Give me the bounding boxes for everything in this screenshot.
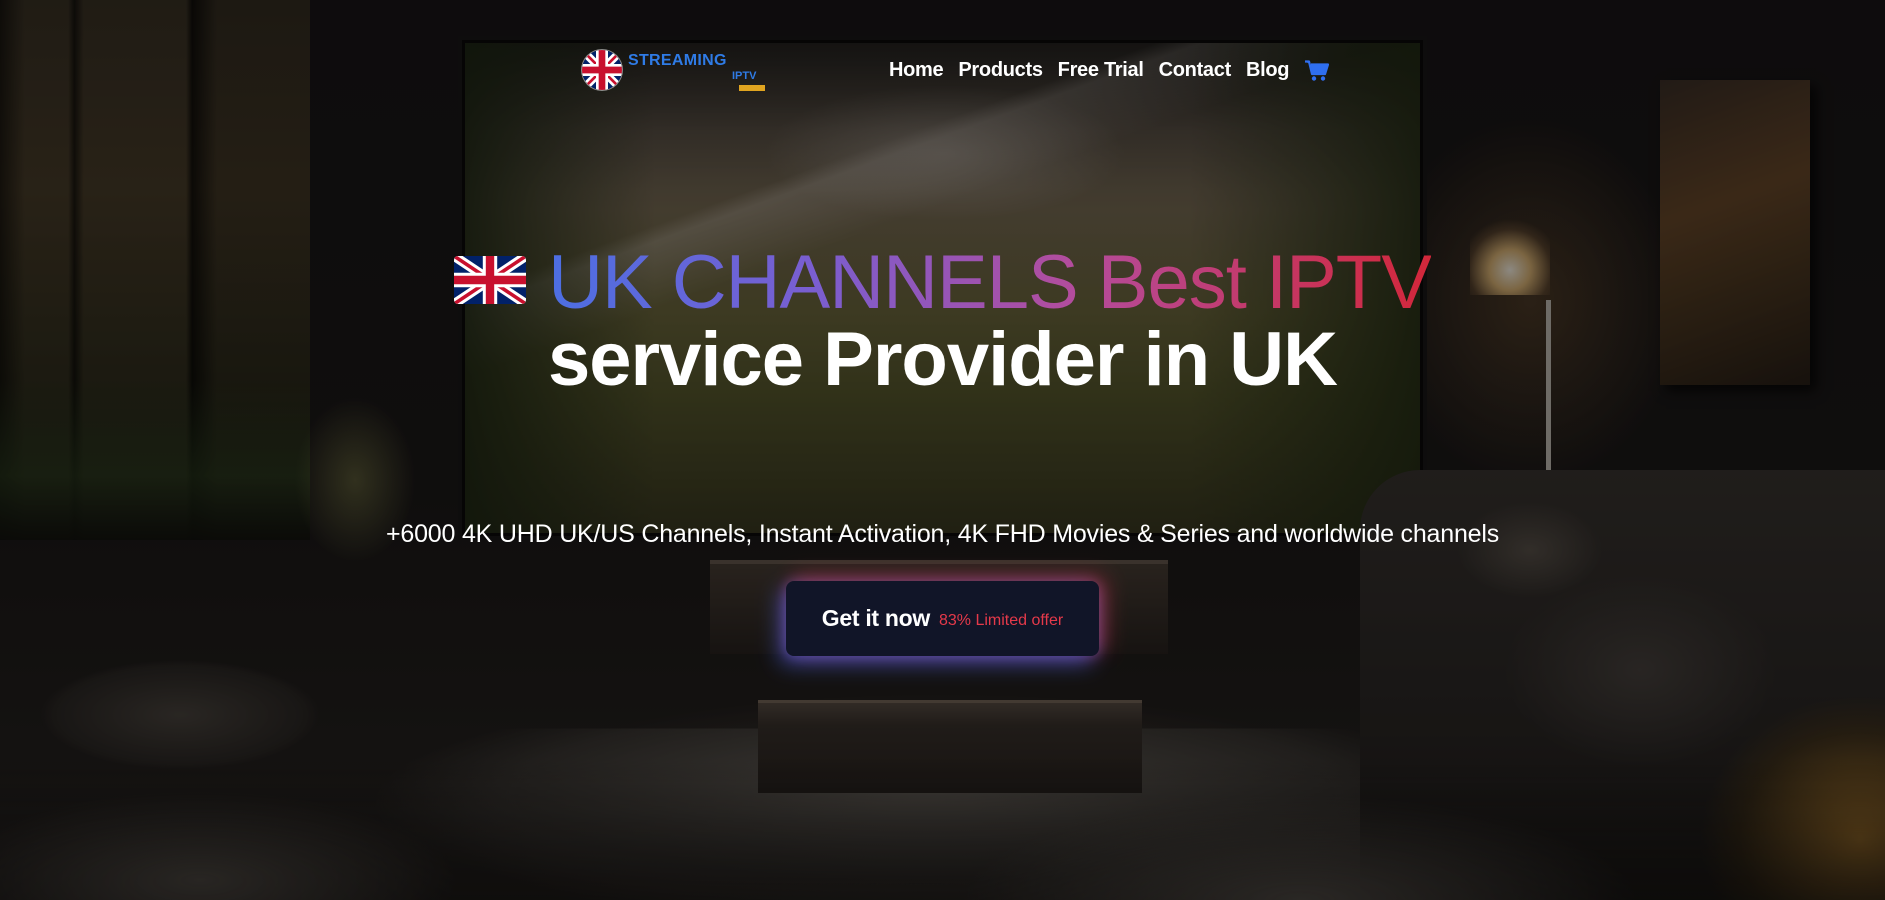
- nav-contact[interactable]: Contact: [1159, 59, 1232, 82]
- cart-button[interactable]: [1304, 59, 1330, 82]
- cta-label: Get it now: [821, 605, 930, 631]
- nav-free-trial[interactable]: Free Trial: [1058, 59, 1144, 82]
- hero-subtitle: +6000 4K UHD UK/US Channels, Instant Act…: [386, 520, 1499, 548]
- site-logo[interactable]: STREAMING IPTV: [582, 50, 765, 91]
- hero-title-line-2: service Provider in UK: [547, 317, 1338, 402]
- logo-name: STREAMING: [628, 52, 727, 69]
- dark-overlay: [0, 0, 1885, 900]
- hero-title-line-1: UK CHANNELS Best IPTV: [0, 243, 1885, 323]
- nav-home[interactable]: Home: [889, 59, 944, 82]
- uk-flag-logo-icon: [582, 50, 622, 90]
- main-nav: Home Products Free Trial Contact Blog: [889, 59, 1330, 82]
- background-scene: [0, 0, 1885, 900]
- shopping-cart-icon: [1305, 59, 1330, 81]
- nav-blog[interactable]: Blog: [1246, 59, 1290, 82]
- hero-title-highlight: UK CHANNELS Best IPTV: [548, 240, 1432, 325]
- get-it-now-button[interactable]: Get it now 83% Limited offer: [786, 581, 1099, 656]
- logo-sub: IPTV: [732, 70, 757, 82]
- logo-text: STREAMING IPTV: [626, 50, 765, 91]
- cta-offer-badge: 83% Limited offer: [938, 612, 1064, 629]
- logo-badge: [739, 85, 765, 91]
- nav-products[interactable]: Products: [958, 59, 1043, 82]
- uk-flag-icon: [454, 256, 527, 304]
